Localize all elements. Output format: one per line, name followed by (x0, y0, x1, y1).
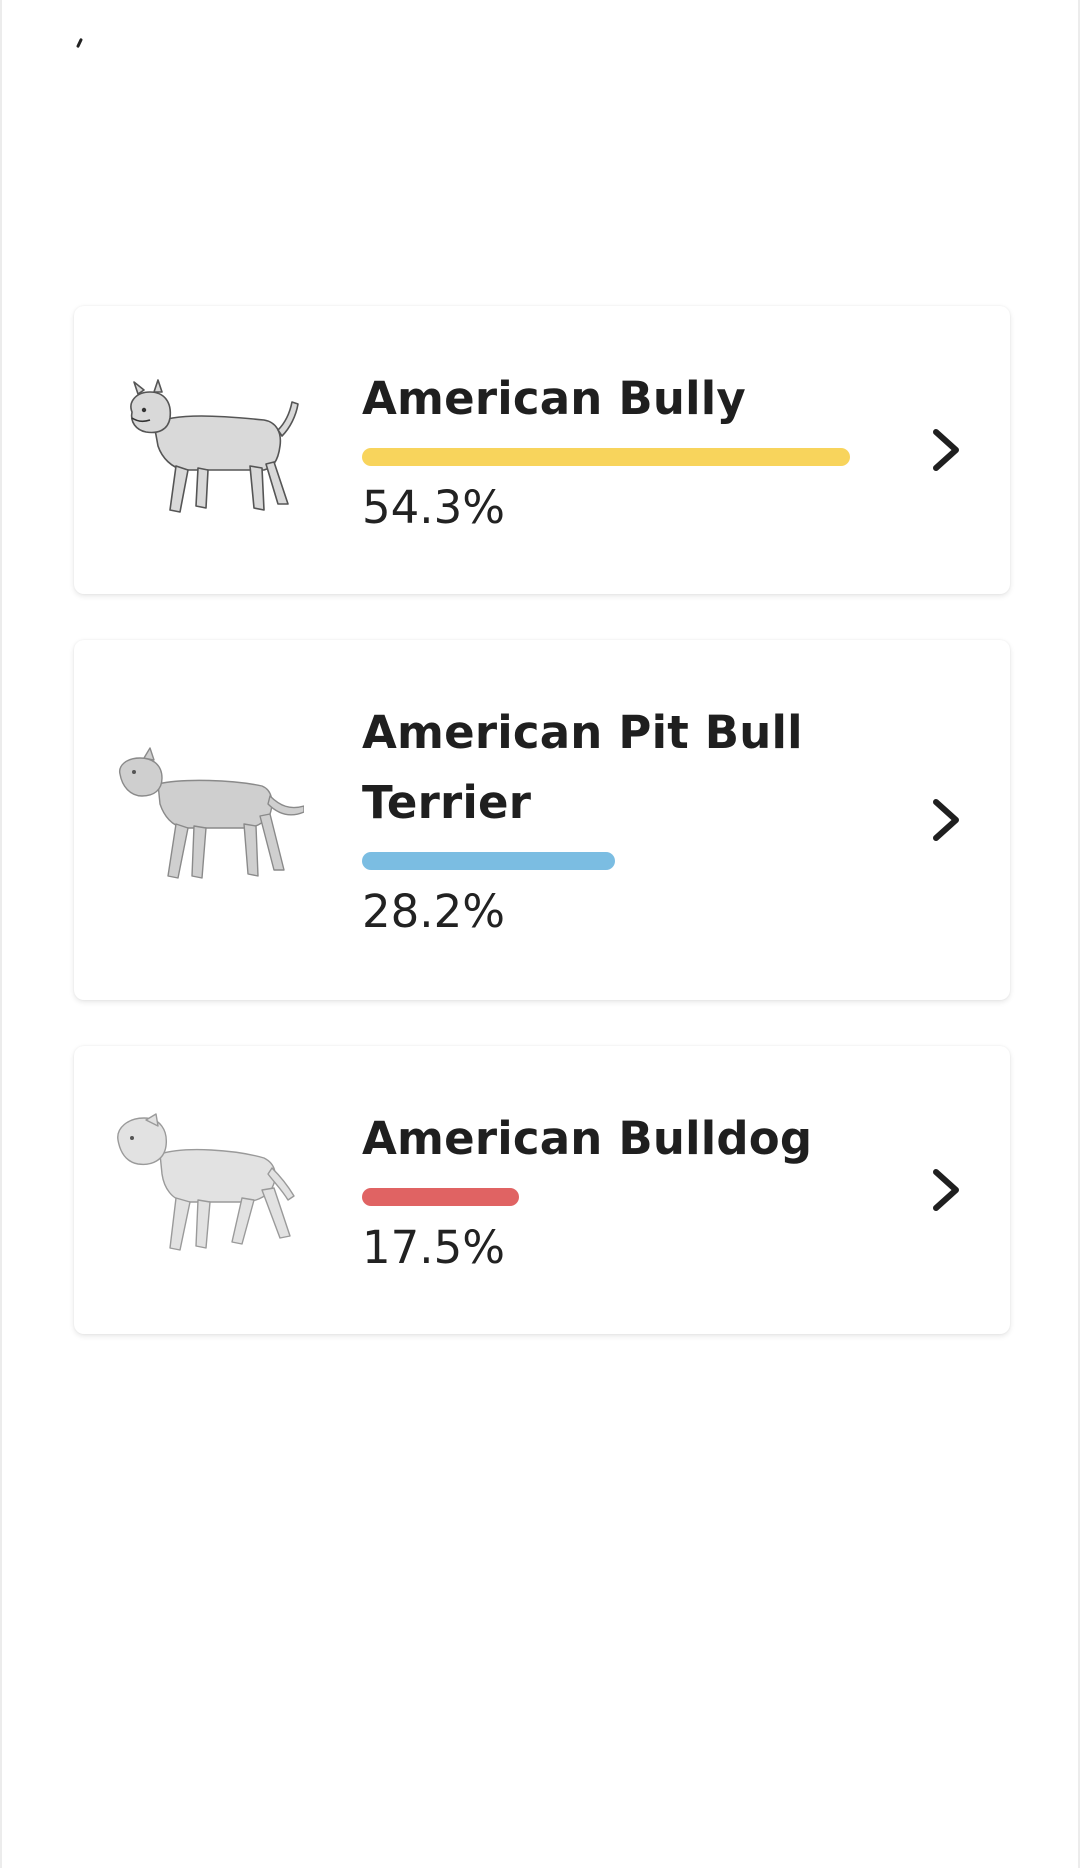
breed-name: American Bully (362, 372, 746, 425)
breed-info: American Bulldog 17.5% (362, 1104, 862, 1276)
breed-name: American Pit Bull Terrier (362, 706, 803, 829)
chevron-right-icon[interactable] (926, 426, 966, 474)
breed-percentage-bar (362, 1188, 850, 1206)
breed-percentage: 28.2% (362, 885, 505, 938)
breed-percentage-bar-fill (362, 1188, 519, 1206)
breed-percentage-bar-fill (362, 852, 615, 870)
breed-percentage-bar (362, 448, 850, 466)
breed-percentage: 17.5% (362, 1221, 505, 1274)
breed-results-screen: American Bully 54.3% American Pit Bull T… (0, 0, 1080, 1868)
breed-card-american-pit-bull-terrier[interactable]: American Pit Bull Terrier 28.2% (74, 640, 1010, 1000)
breed-percentage: 54.3% (362, 481, 505, 534)
american-bully-dog-icon (130, 379, 299, 513)
american-bulldog-dog-icon (117, 1113, 295, 1251)
breed-name: American Bulldog (362, 1112, 813, 1165)
breed-card-american-bully[interactable]: American Bully 54.3% (74, 306, 1010, 594)
breed-percentage-bar (362, 852, 850, 870)
chevron-right-icon[interactable] (926, 1166, 966, 1214)
breed-list: American Bully 54.3% American Pit Bull T… (74, 306, 1010, 1380)
breed-card-american-bulldog[interactable]: American Bulldog 17.5% (74, 1046, 1010, 1334)
status-mark (76, 37, 83, 49)
breed-info: American Bully 54.3% (362, 364, 862, 536)
pit-bull-terrier-dog-icon (119, 747, 304, 879)
breed-info: American Pit Bull Terrier 28.2% (362, 698, 862, 940)
breed-percentage-bar-fill (362, 448, 850, 466)
chevron-right-icon[interactable] (926, 796, 966, 844)
